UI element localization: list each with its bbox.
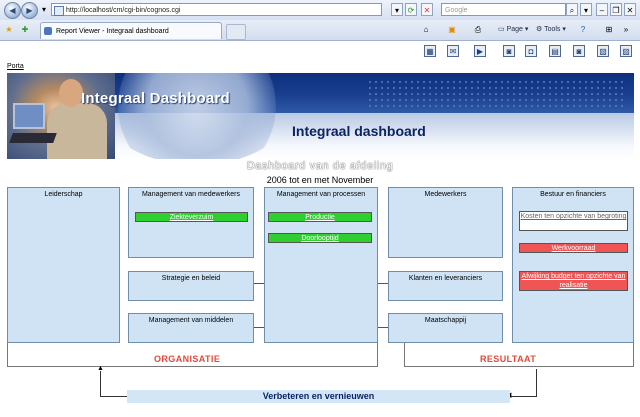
loop-arrow-left-horizontal	[100, 396, 127, 397]
tools-menu[interactable]: ⚙ Tools ▾	[536, 23, 566, 37]
banner-pattern	[367, 79, 627, 107]
favorites-star-icon[interactable]: ★	[3, 23, 15, 36]
box-title: Maatschappij	[424, 317, 467, 324]
xml-view-icon[interactable]: ▧	[597, 45, 609, 57]
connector-line	[378, 283, 388, 284]
box-maatschappij[interactable]: Maatschappij	[388, 313, 503, 343]
box-title: Klanten en leveranciers	[408, 275, 483, 282]
box-medewerkers[interactable]: Medewerkers	[388, 187, 503, 258]
forward-arrow-icon[interactable]: ▶	[21, 2, 38, 19]
photo-person-body	[47, 103, 107, 159]
email-icon[interactable]: ✉	[447, 45, 459, 57]
kpi-kosten-begroting[interactable]: Kosten ten opzichte van begroting	[519, 211, 628, 231]
new-tab-button[interactable]	[226, 24, 246, 40]
page-menu-label: Page	[506, 26, 523, 33]
page-title: Integraal dashboard	[292, 123, 426, 139]
history-dropdown-icon[interactable]: ▾	[38, 3, 50, 16]
box-title: Medewerkers	[424, 191, 467, 198]
feeds-icon[interactable]: ▣	[446, 23, 458, 36]
loop-arrow-right	[536, 369, 537, 397]
box-title: Strategie en beleid	[161, 275, 221, 282]
box-title: Leiderschap	[44, 191, 83, 198]
page-menu[interactable]: ▭ Page ▾	[498, 23, 528, 37]
report-banner: Integraal Dashboard	[7, 73, 634, 159]
address-bar[interactable]: http://localhost/cm/cgi-bin/cognos.cgi	[51, 3, 382, 16]
save-icon[interactable]: ▦	[424, 45, 436, 57]
tab-bar: ★ ✚ Report Viewer - Integraal dashboard …	[0, 20, 640, 41]
kpi-doorlooptijd[interactable]: Doorlooptijd	[268, 233, 372, 243]
add-favorite-icon[interactable]: ✚	[19, 23, 31, 36]
minimize-icon[interactable]: –	[596, 3, 608, 16]
excel-view-icon[interactable]: ▤	[549, 45, 561, 57]
help-icon[interactable]: ?	[577, 23, 589, 36]
box-strategie-beleid[interactable]: Strategie en beleid	[128, 271, 254, 301]
tab-report-viewer[interactable]: Report Viewer - Integraal dashboard	[40, 22, 222, 39]
box-title: Management van middelen	[148, 317, 234, 324]
search-icon[interactable]: ⌕	[566, 3, 578, 16]
photo-monitor	[13, 103, 45, 129]
ie-page-icon	[44, 27, 52, 35]
address-dropdown-icon[interactable]: ▾	[391, 3, 403, 16]
loop-arrow-left	[100, 371, 101, 397]
kpi-werkvoorraad[interactable]: Werkvoorraad	[519, 243, 628, 253]
stop-icon[interactable]: ✕	[421, 3, 433, 16]
tab-title: Report Viewer - Integraal dashboard	[56, 28, 169, 35]
report-subtitle: Dashboard van de afdeling	[246, 160, 394, 172]
back-arrow-icon[interactable]: ◀	[4, 2, 21, 19]
address-text: http://localhost/cm/cgi-bin/cognos.cgi	[66, 7, 181, 14]
improve-banner: Verbeteren en vernieuwen	[127, 390, 510, 403]
refresh-icon[interactable]: ⟳	[405, 3, 417, 16]
photo-keyboard	[9, 133, 57, 143]
restore-icon[interactable]: ❐	[610, 3, 622, 16]
search-input[interactable]: Google	[441, 3, 566, 16]
toolbar-more-icon[interactable]: »	[620, 23, 632, 36]
box-management-middelen[interactable]: Management van middelen	[128, 313, 254, 343]
box-title: Management van processen	[276, 191, 366, 198]
kpi-afwijking-budget[interactable]: Afwijking budget ten opzichte van realis…	[519, 271, 628, 291]
banner-photo	[7, 73, 115, 159]
loop-arrow-right-horizontal	[510, 396, 536, 397]
connector-line	[378, 327, 388, 328]
html-view-icon[interactable]: ◙	[503, 45, 515, 57]
page-icon	[54, 6, 64, 16]
box-klanten-leveranciers[interactable]: Klanten en leveranciers	[388, 271, 503, 301]
home-icon[interactable]: ⌂	[420, 23, 432, 36]
box-title: Bestuur en financiers	[540, 191, 606, 198]
resultaat-label: RESULTAAT	[480, 354, 537, 364]
kpi-productie[interactable]: Productie	[268, 212, 372, 222]
browser-toolbar: ◀ ▶ ▾ http://localhost/cm/cgi-bin/cognos…	[0, 0, 640, 21]
research-icon[interactable]: ⊞	[603, 23, 615, 36]
report-period: 2006 tot en met November	[266, 175, 374, 185]
box-title: Management van medewerkers	[141, 191, 241, 198]
banner-title: Integraal Dashboard	[81, 90, 230, 107]
box-management-processen[interactable]: Management van processen	[264, 187, 378, 343]
gauge-graphic	[102, 73, 292, 159]
run-icon[interactable]: ▶	[474, 45, 486, 57]
box-leiderschap[interactable]: Leiderschap	[7, 187, 120, 343]
organisatie-label: ORGANISATIE	[154, 354, 221, 364]
portal-link[interactable]: Porta	[7, 63, 24, 70]
photo-person-head	[59, 79, 83, 107]
kpi-ziekteverzuim[interactable]: Ziekteverzuim	[135, 212, 248, 222]
print-icon[interactable]: ⎙	[472, 23, 484, 36]
csv-view-icon[interactable]: ◙	[573, 45, 585, 57]
search-dropdown-icon[interactable]: ▾	[580, 3, 592, 16]
tools-menu-label: Tools	[544, 26, 561, 33]
keep-version-icon[interactable]: ▨	[620, 45, 632, 57]
close-icon[interactable]: ✕	[624, 3, 636, 16]
arrow-up-icon: ▲	[97, 365, 104, 372]
pdf-view-icon[interactable]: ◘	[525, 45, 537, 57]
